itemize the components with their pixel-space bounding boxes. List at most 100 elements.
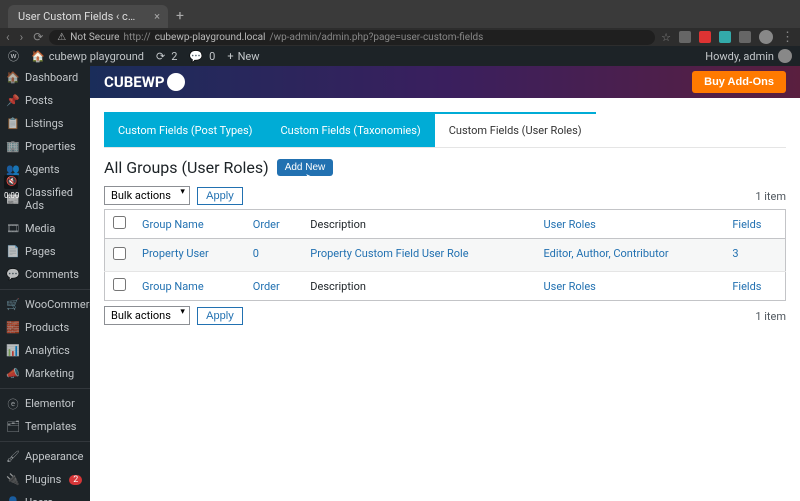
ext-icon[interactable] (719, 31, 731, 43)
menu-icon: 🔌 (7, 474, 19, 486)
sidebar-item-properties[interactable]: 🏢Properties (0, 135, 90, 158)
mute-icon[interactable]: 🔇 (4, 175, 18, 189)
menu-label: Dashboard (25, 71, 78, 84)
sidebar-item-listings[interactable]: 📋 Listings (0, 112, 90, 135)
col-roles[interactable]: User Roles (536, 272, 725, 301)
groups-table: Group Name Order Description User Roles … (104, 209, 786, 301)
menu-label: WooCommerce (25, 298, 90, 311)
sidebar-item-pages[interactable]: 📄 Pages (0, 240, 90, 263)
sidebar-item-products[interactable]: 🧱Products (0, 316, 90, 339)
tab-custom-fields-post-types-[interactable]: Custom Fields (Post Types) (104, 112, 267, 147)
new-link[interactable]: + New (227, 50, 259, 63)
sidebar-item-woocommerce[interactable]: 🛒WooCommerce (0, 293, 90, 316)
menu-label: Media (25, 222, 55, 235)
sidebar-item-marketing[interactable]: 📣Marketing (0, 362, 90, 385)
menu-icon: 💬 (7, 269, 19, 281)
profile-avatar[interactable] (759, 30, 773, 44)
content-area: CUBEWP Buy Add-Ons Custom Fields (Post T… (90, 66, 800, 501)
table-row: Property User 0 Property Custom Field Us… (105, 239, 786, 272)
close-icon[interactable]: × (154, 10, 160, 23)
menu-label: Posts (25, 94, 53, 107)
menu-icon: 📌 (7, 95, 19, 107)
site-link[interactable]: 🏠 cubewp playground (31, 50, 144, 63)
col-roles[interactable]: User Roles (536, 210, 725, 239)
browser-chrome: User Custom Fields ‹ cubewp × + ‹ › ⟳ ⚠ … (0, 0, 800, 46)
ext-icon[interactable] (679, 31, 691, 43)
cell-fields[interactable]: 3 (724, 239, 785, 272)
col-order[interactable]: Order (245, 272, 303, 301)
sidebar-item-posts[interactable]: 📌 Posts (0, 89, 90, 112)
cell-name[interactable]: Property User (134, 239, 245, 272)
menu-icon: 🎞 (7, 223, 19, 235)
col-order[interactable]: Order (245, 210, 303, 239)
tab-custom-fields-user-roles-[interactable]: Custom Fields (User Roles) (435, 112, 596, 147)
menu-icon: 🏠 (7, 72, 19, 84)
menu-icon: 📊 (7, 345, 19, 357)
menu-icon: 📄 (7, 246, 19, 258)
sidebar-item-comments[interactable]: 💬Comments (0, 263, 90, 286)
menu-icon: 👥 (7, 164, 19, 176)
menu-icon: 📣 (7, 368, 19, 380)
menu-icon: 🖌 (7, 451, 19, 463)
url-path: /wp-admin/admin.php?page=user-custom-fie… (270, 32, 484, 43)
menu-icon[interactable]: ⋮ (781, 30, 794, 45)
menu-icon: 🧱 (7, 322, 19, 334)
menu-label: Classified Ads (25, 186, 83, 212)
tabbar: User Custom Fields ‹ cubewp × + (0, 0, 800, 28)
video-overlay: 🔇 0:00 (4, 175, 19, 200)
tab-title: User Custom Fields ‹ cubewp (18, 10, 160, 23)
menu-icon: 🗂 (7, 421, 19, 433)
sidebar-item-appearance[interactable]: 🖌Appearance (0, 445, 90, 468)
wp-admin-bar: ⓦ 🏠 cubewp playground ⟳2 💬0 + New Howdy,… (0, 46, 800, 66)
cubewp-logo: CUBEWP (104, 73, 185, 91)
new-tab-button[interactable]: + (168, 4, 192, 28)
sidebar-item-dashboard[interactable]: 🏠 Dashboard (0, 66, 90, 89)
howdy[interactable]: Howdy, admin (705, 49, 792, 63)
cursor-icon: ➤ (305, 171, 314, 184)
comments-link[interactable]: 💬0 (189, 50, 215, 63)
forward-icon[interactable]: › (20, 30, 24, 44)
ext-icon[interactable] (699, 31, 711, 43)
back-icon[interactable]: ‹ (6, 30, 10, 44)
sidebar-item-templates[interactable]: 🗂 Templates (0, 415, 90, 438)
select-all-checkbox[interactable] (113, 216, 126, 229)
col-name[interactable]: Group Name (134, 272, 245, 301)
menu-label: Listings (25, 117, 63, 130)
apply-button[interactable]: Apply (197, 307, 243, 325)
tab-custom-fields-taxonomies-[interactable]: Custom Fields (Taxonomies) (267, 112, 435, 147)
updates-link[interactable]: ⟳2 (156, 50, 177, 63)
wp-logo-icon[interactable]: ⓦ (8, 48, 19, 64)
sidebar-item-users[interactable]: 👤 Users (0, 491, 90, 501)
add-new-button[interactable]: Add New ➤ (277, 159, 334, 176)
menu-icon: 👤 (7, 497, 19, 501)
page-tabs: Custom Fields (Post Types)Custom Fields … (104, 112, 786, 148)
col-fields[interactable]: Fields (724, 272, 785, 301)
menu-label: Pages (25, 245, 56, 258)
browser-tab[interactable]: User Custom Fields ‹ cubewp × (8, 5, 168, 28)
item-count: 1 item (755, 310, 786, 323)
sidebar-item-elementor[interactable]: ⓔElementor (0, 392, 90, 415)
select-all-checkbox[interactable] (113, 278, 126, 291)
cell-desc: Property Custom Field User Role (302, 239, 535, 272)
bulk-actions-select[interactable]: Bulk actions (104, 306, 190, 325)
ext-icon[interactable] (739, 31, 751, 43)
apply-button[interactable]: Apply (197, 187, 243, 205)
menu-label: Users (25, 496, 53, 501)
col-fields[interactable]: Fields (724, 210, 785, 239)
item-count: 1 item (755, 190, 786, 203)
user-avatar-icon (778, 49, 792, 63)
sidebar-item-analytics[interactable]: 📊Analytics (0, 339, 90, 362)
sidebar-item-media[interactable]: 🎞 Media (0, 217, 90, 240)
menu-icon: 📋 (7, 118, 19, 130)
col-name[interactable]: Group Name (134, 210, 245, 239)
buy-addons-button[interactable]: Buy Add-Ons (692, 71, 786, 93)
bulk-actions-select[interactable]: Bulk actions (104, 186, 190, 205)
menu-label: Templates (25, 420, 76, 433)
row-checkbox[interactable] (113, 247, 126, 260)
cell-order[interactable]: 0 (245, 239, 303, 272)
sidebar-item-plugins[interactable]: 🔌Plugins2 (0, 468, 90, 491)
star-icon[interactable]: ☆ (661, 31, 671, 44)
address-bar[interactable]: ⚠ Not Secure http://cubewp-playground.lo… (49, 30, 655, 45)
reload-icon[interactable]: ⟳ (33, 30, 43, 44)
menu-icon: 🏢 (7, 141, 19, 153)
